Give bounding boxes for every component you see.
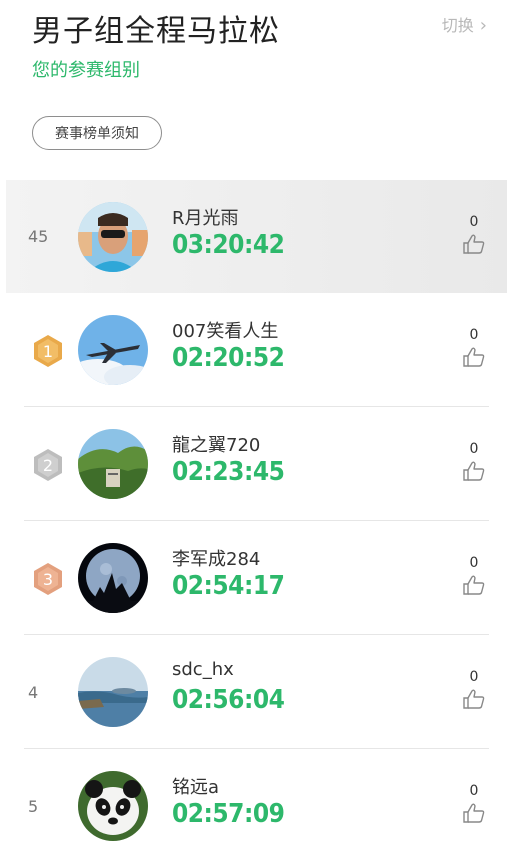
like-button[interactable]: 0 <box>459 441 489 481</box>
switch-button[interactable]: 切换 › <box>442 12 487 36</box>
finish-time: 02:56:04 <box>172 685 285 715</box>
leaderboard-row[interactable]: 4 sdc_hx 02:56:04 0 <box>0 635 513 749</box>
finish-time: 03:20:42 <box>172 230 285 260</box>
rank-number: 45 <box>28 227 49 246</box>
bronze-medal-icon: 3 <box>34 563 62 595</box>
thumbs-up-icon <box>463 461 485 481</box>
gold-medal-icon: 1 <box>34 335 62 367</box>
page-header: 男子组全程马拉松 切换 › 您的参赛组别 赛事榜单须知 <box>0 0 513 180</box>
like-button[interactable]: 0 <box>459 669 489 709</box>
leaderboard-row[interactable]: 3 李军成284 02:54:17 0 <box>0 521 513 635</box>
like-count: 0 <box>469 555 479 571</box>
leaderboard-row[interactable]: 5 铭远a 02:57:09 0 <box>0 749 513 863</box>
thumbs-up-icon <box>463 347 485 367</box>
like-count: 0 <box>469 441 479 457</box>
thumbs-up-icon <box>463 803 485 823</box>
thumbs-up-icon <box>463 234 485 254</box>
avatar[interactable] <box>78 543 148 613</box>
runner-name: 007笑看人生 <box>172 321 279 342</box>
switch-label: 切换 <box>441 16 474 35</box>
medal-rank: 2 <box>43 456 53 475</box>
runner-name: 铭远a <box>172 777 220 798</box>
avatar[interactable] <box>78 315 148 385</box>
avatar[interactable] <box>78 657 148 727</box>
like-button[interactable]: 0 <box>459 783 489 823</box>
medal-rank: 1 <box>43 342 53 361</box>
runner-name: 李军成284 <box>172 549 261 570</box>
page-title: 男子组全程马拉松 <box>32 14 280 49</box>
rank-number: 5 <box>28 796 39 816</box>
avatar[interactable] <box>78 771 148 841</box>
chevron-right-icon: › <box>479 15 487 36</box>
my-entry-row[interactable]: 45 R月光雨 03:20:42 0 <box>6 180 507 293</box>
rank-number: 4 <box>28 682 39 702</box>
runner-name: sdc_hx <box>172 659 234 680</box>
thumbs-up-icon <box>463 689 485 709</box>
thumbs-up-icon <box>463 575 485 595</box>
leaderboard-row[interactable]: 2 龍之翼720 02:23:45 0 <box>0 407 513 521</box>
avatar[interactable] <box>78 202 148 272</box>
like-count: 0 <box>469 669 479 685</box>
silver-medal-icon: 2 <box>34 449 62 481</box>
finish-time: 02:20:52 <box>172 343 285 373</box>
finish-time: 02:54:17 <box>172 571 285 601</box>
leaderboard-notice-button[interactable]: 赛事榜单须知 <box>32 116 162 150</box>
like-count: 0 <box>469 783 479 799</box>
like-button[interactable]: 0 <box>459 555 489 595</box>
runner-name: R月光雨 <box>172 208 239 229</box>
group-subtitle: 您的参赛组别 <box>32 60 140 81</box>
runner-name: 龍之翼720 <box>172 435 261 456</box>
finish-time: 02:57:09 <box>172 799 285 829</box>
like-count: 0 <box>469 327 479 343</box>
leaderboard-list: 45 R月光雨 03:20:42 0 1 007笑看人生 02:20:52 0 … <box>0 180 513 863</box>
medal-rank: 3 <box>43 570 53 589</box>
avatar[interactable] <box>78 429 148 499</box>
like-button[interactable]: 0 <box>459 327 489 367</box>
finish-time: 02:23:45 <box>172 457 285 487</box>
like-count: 0 <box>469 214 479 230</box>
like-button[interactable]: 0 <box>459 214 489 254</box>
leaderboard-row[interactable]: 1 007笑看人生 02:20:52 0 <box>0 293 513 407</box>
